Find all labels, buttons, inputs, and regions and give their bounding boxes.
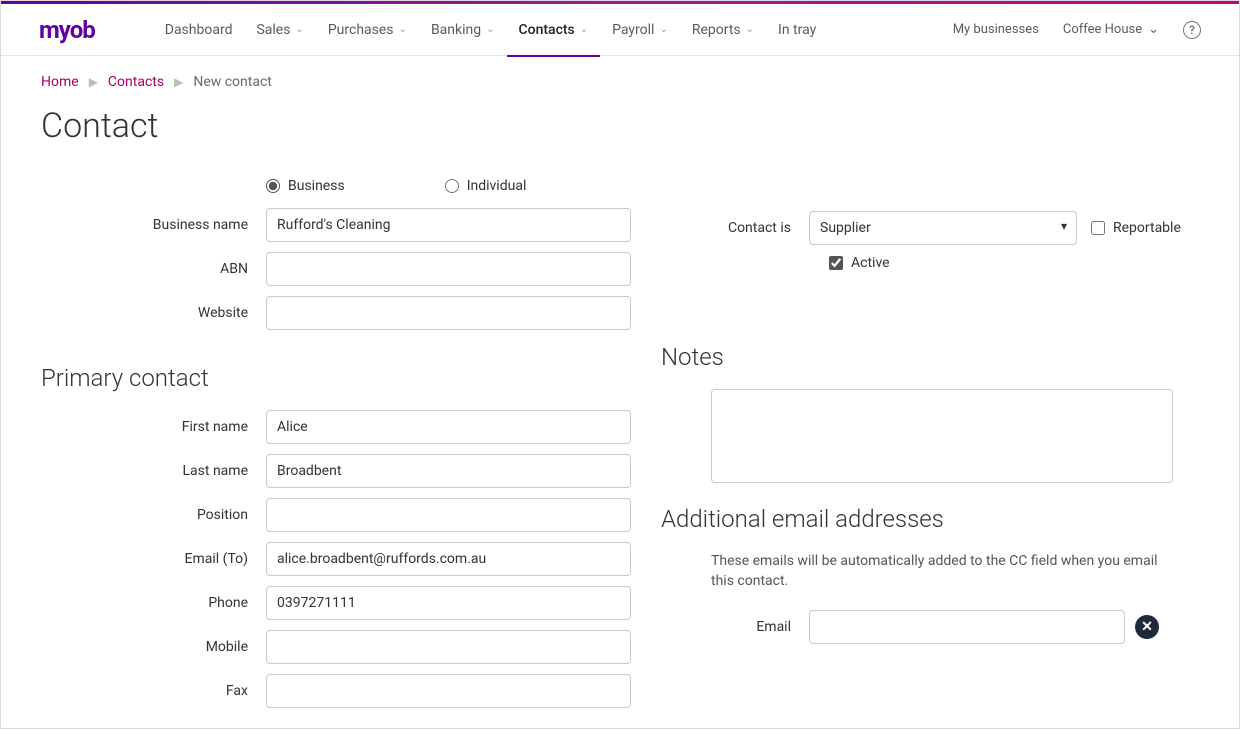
nav-payroll[interactable]: Payroll ⌄ xyxy=(600,4,680,56)
close-icon: ✕ xyxy=(1141,619,1153,635)
label-mobile: Mobile xyxy=(41,639,266,655)
mobile-input[interactable] xyxy=(266,630,631,664)
chevron-down-icon: ⌄ xyxy=(1148,22,1159,37)
radio-individual[interactable]: Individual xyxy=(445,178,527,194)
label-email-to: Email (To) xyxy=(41,551,266,567)
chevron-down-icon: ⌄ xyxy=(486,24,494,35)
email-to-input[interactable] xyxy=(266,542,631,576)
page-title: Contact xyxy=(41,106,1199,146)
nav-purchases[interactable]: Purchases ⌄ xyxy=(316,4,419,56)
phone-input[interactable] xyxy=(266,586,631,620)
label-website: Website xyxy=(41,305,266,321)
abn-input[interactable] xyxy=(266,252,631,286)
label-last-name: Last name xyxy=(41,463,266,479)
chevron-right-icon: ▶ xyxy=(89,75,98,89)
label-abn: ABN xyxy=(41,261,266,277)
additional-emails-hint: These emails will be automatically added… xyxy=(711,551,1171,592)
reportable-checkbox[interactable] xyxy=(1091,221,1105,235)
label-first-name: First name xyxy=(41,419,266,435)
label-phone: Phone xyxy=(41,595,266,611)
last-name-input[interactable] xyxy=(266,454,631,488)
nav-intray[interactable]: In tray xyxy=(766,4,828,56)
fax-input[interactable] xyxy=(266,674,631,708)
nav-banking[interactable]: Banking ⌄ xyxy=(419,4,507,56)
section-notes: Notes xyxy=(661,343,1199,371)
remove-email-button[interactable]: ✕ xyxy=(1135,615,1159,639)
brand-text: myob xyxy=(39,16,95,44)
breadcrumb: Home ▶ Contacts ▶ New contact xyxy=(41,74,1199,90)
business-name-input[interactable] xyxy=(266,208,631,242)
label-reportable: Reportable xyxy=(1113,220,1181,236)
right-nav: My businesses Coffee House ⌄ ? xyxy=(953,21,1201,39)
topbar: myob Dashboard Sales ⌄ Purchases ⌄ Banki… xyxy=(1,4,1239,56)
label-position: Position xyxy=(41,507,266,523)
label-active: Active xyxy=(851,255,890,271)
active-checkbox[interactable] xyxy=(829,256,843,270)
section-additional-emails: Additional email addresses xyxy=(661,505,1199,533)
my-businesses-link[interactable]: My businesses xyxy=(953,22,1039,37)
help-icon[interactable]: ? xyxy=(1183,21,1201,39)
chevron-down-icon: ⌄ xyxy=(746,24,754,35)
breadcrumb-contacts[interactable]: Contacts xyxy=(108,74,164,90)
label-additional-email: Email xyxy=(661,619,809,635)
chevron-down-icon: ⌄ xyxy=(580,24,588,35)
section-primary-contact: Primary contact xyxy=(41,364,641,392)
radio-business[interactable]: Business xyxy=(266,178,345,194)
nav-dashboard[interactable]: Dashboard xyxy=(153,4,245,56)
chevron-down-icon: ⌄ xyxy=(659,24,667,35)
brand-logo[interactable]: myob xyxy=(39,16,95,44)
label-fax: Fax xyxy=(41,683,266,699)
additional-email-input[interactable] xyxy=(809,610,1125,644)
label-contact-is: Contact is xyxy=(661,220,809,236)
position-input[interactable] xyxy=(266,498,631,532)
nav-contacts[interactable]: Contacts ⌄ xyxy=(507,4,601,56)
breadcrumb-home[interactable]: Home xyxy=(41,74,79,90)
label-business-name: Business name xyxy=(41,217,266,233)
chevron-down-icon: ⌄ xyxy=(295,24,303,35)
contact-is-select[interactable]: Supplier xyxy=(809,211,1077,245)
notes-textarea[interactable] xyxy=(711,389,1173,483)
breadcrumb-current: New contact xyxy=(193,74,272,90)
chevron-right-icon: ▶ xyxy=(174,75,183,89)
nav-reports[interactable]: Reports ⌄ xyxy=(680,4,766,56)
website-input[interactable] xyxy=(266,296,631,330)
first-name-input[interactable] xyxy=(266,410,631,444)
company-switcher[interactable]: Coffee House ⌄ xyxy=(1063,22,1159,37)
main-nav: Dashboard Sales ⌄ Purchases ⌄ Banking ⌄ … xyxy=(153,4,828,56)
chevron-down-icon: ⌄ xyxy=(399,24,407,35)
nav-sales[interactable]: Sales ⌄ xyxy=(244,4,315,56)
